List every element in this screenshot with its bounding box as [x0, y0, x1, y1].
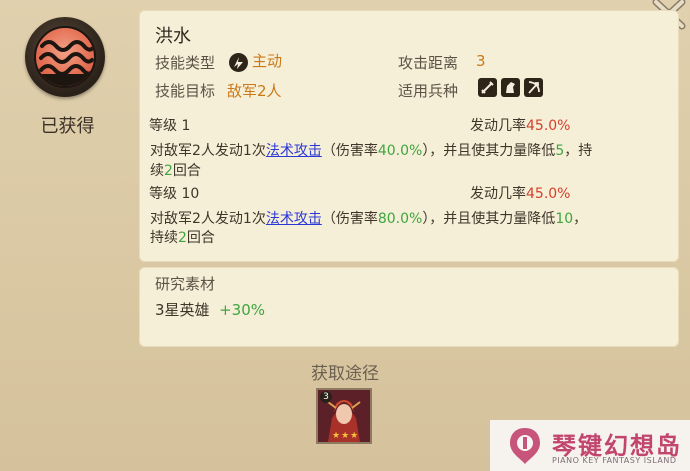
bow-troop-icon — [524, 78, 543, 97]
skill-type-label: 技能类型 — [155, 54, 216, 72]
flood-skill-icon — [34, 26, 96, 88]
acquired-status: 已获得 — [40, 116, 95, 137]
hero-star-badge: 3 — [320, 391, 332, 403]
skill-target-value: 敌军2人 — [227, 82, 282, 100]
attack-range-value: 3 — [476, 52, 486, 70]
active-skill-icon — [229, 52, 248, 72]
hero-card[interactable]: 3 ★★★ — [316, 388, 372, 444]
skill-summary: 已获得 — [0, 0, 135, 471]
skill-badge — [25, 17, 105, 97]
skill-target-label: 技能目标 — [155, 82, 216, 100]
level-10-desc-line-2: 持续2回合 — [150, 230, 215, 246]
watermark-subtitle: PIANO KEY FANTASY ISLAND — [552, 456, 677, 465]
watermark: 琴键幻想岛 PIANO KEY FANTASY ISLAND — [490, 420, 690, 471]
level-10-label: 等级 10 — [149, 186, 200, 202]
research-item: 3星英雄 +30% — [155, 301, 266, 319]
level-1-desc-line-2: 续2回合 — [150, 163, 201, 179]
skill-type-value: 主动 — [229, 50, 282, 72]
logo-icon — [510, 428, 540, 464]
magic-attack-link[interactable]: 法术攻击 — [266, 211, 322, 227]
hero-stars-icon: ★★★ — [332, 431, 360, 441]
sword-troop-icon — [478, 78, 497, 97]
magic-attack-link[interactable]: 法术攻击 — [266, 143, 322, 159]
troop-icons — [478, 78, 547, 97]
level-10-rate: 发动几率45.0% — [470, 186, 571, 202]
troop-type-label: 适用兵种 — [398, 82, 459, 100]
cavalry-troop-icon — [501, 78, 520, 97]
research-title: 研究素材 — [155, 275, 216, 293]
level-1-label: 等级 1 — [149, 118, 191, 134]
obtain-title: 获取途径 — [311, 364, 379, 384]
level-1-desc-line-1: 对敌军2人发动1次法术攻击（伤害率40.0%），并且使其力量降低5，持 — [150, 143, 593, 159]
level-1-rate: 发动几率45.0% — [470, 118, 571, 134]
skill-name: 洪水 — [155, 26, 191, 47]
level-10-desc-line-1: 对敌军2人发动1次法术攻击（伤害率80.0%），并且使其力量降低10， — [150, 211, 588, 227]
attack-range-label: 攻击距离 — [398, 54, 459, 72]
